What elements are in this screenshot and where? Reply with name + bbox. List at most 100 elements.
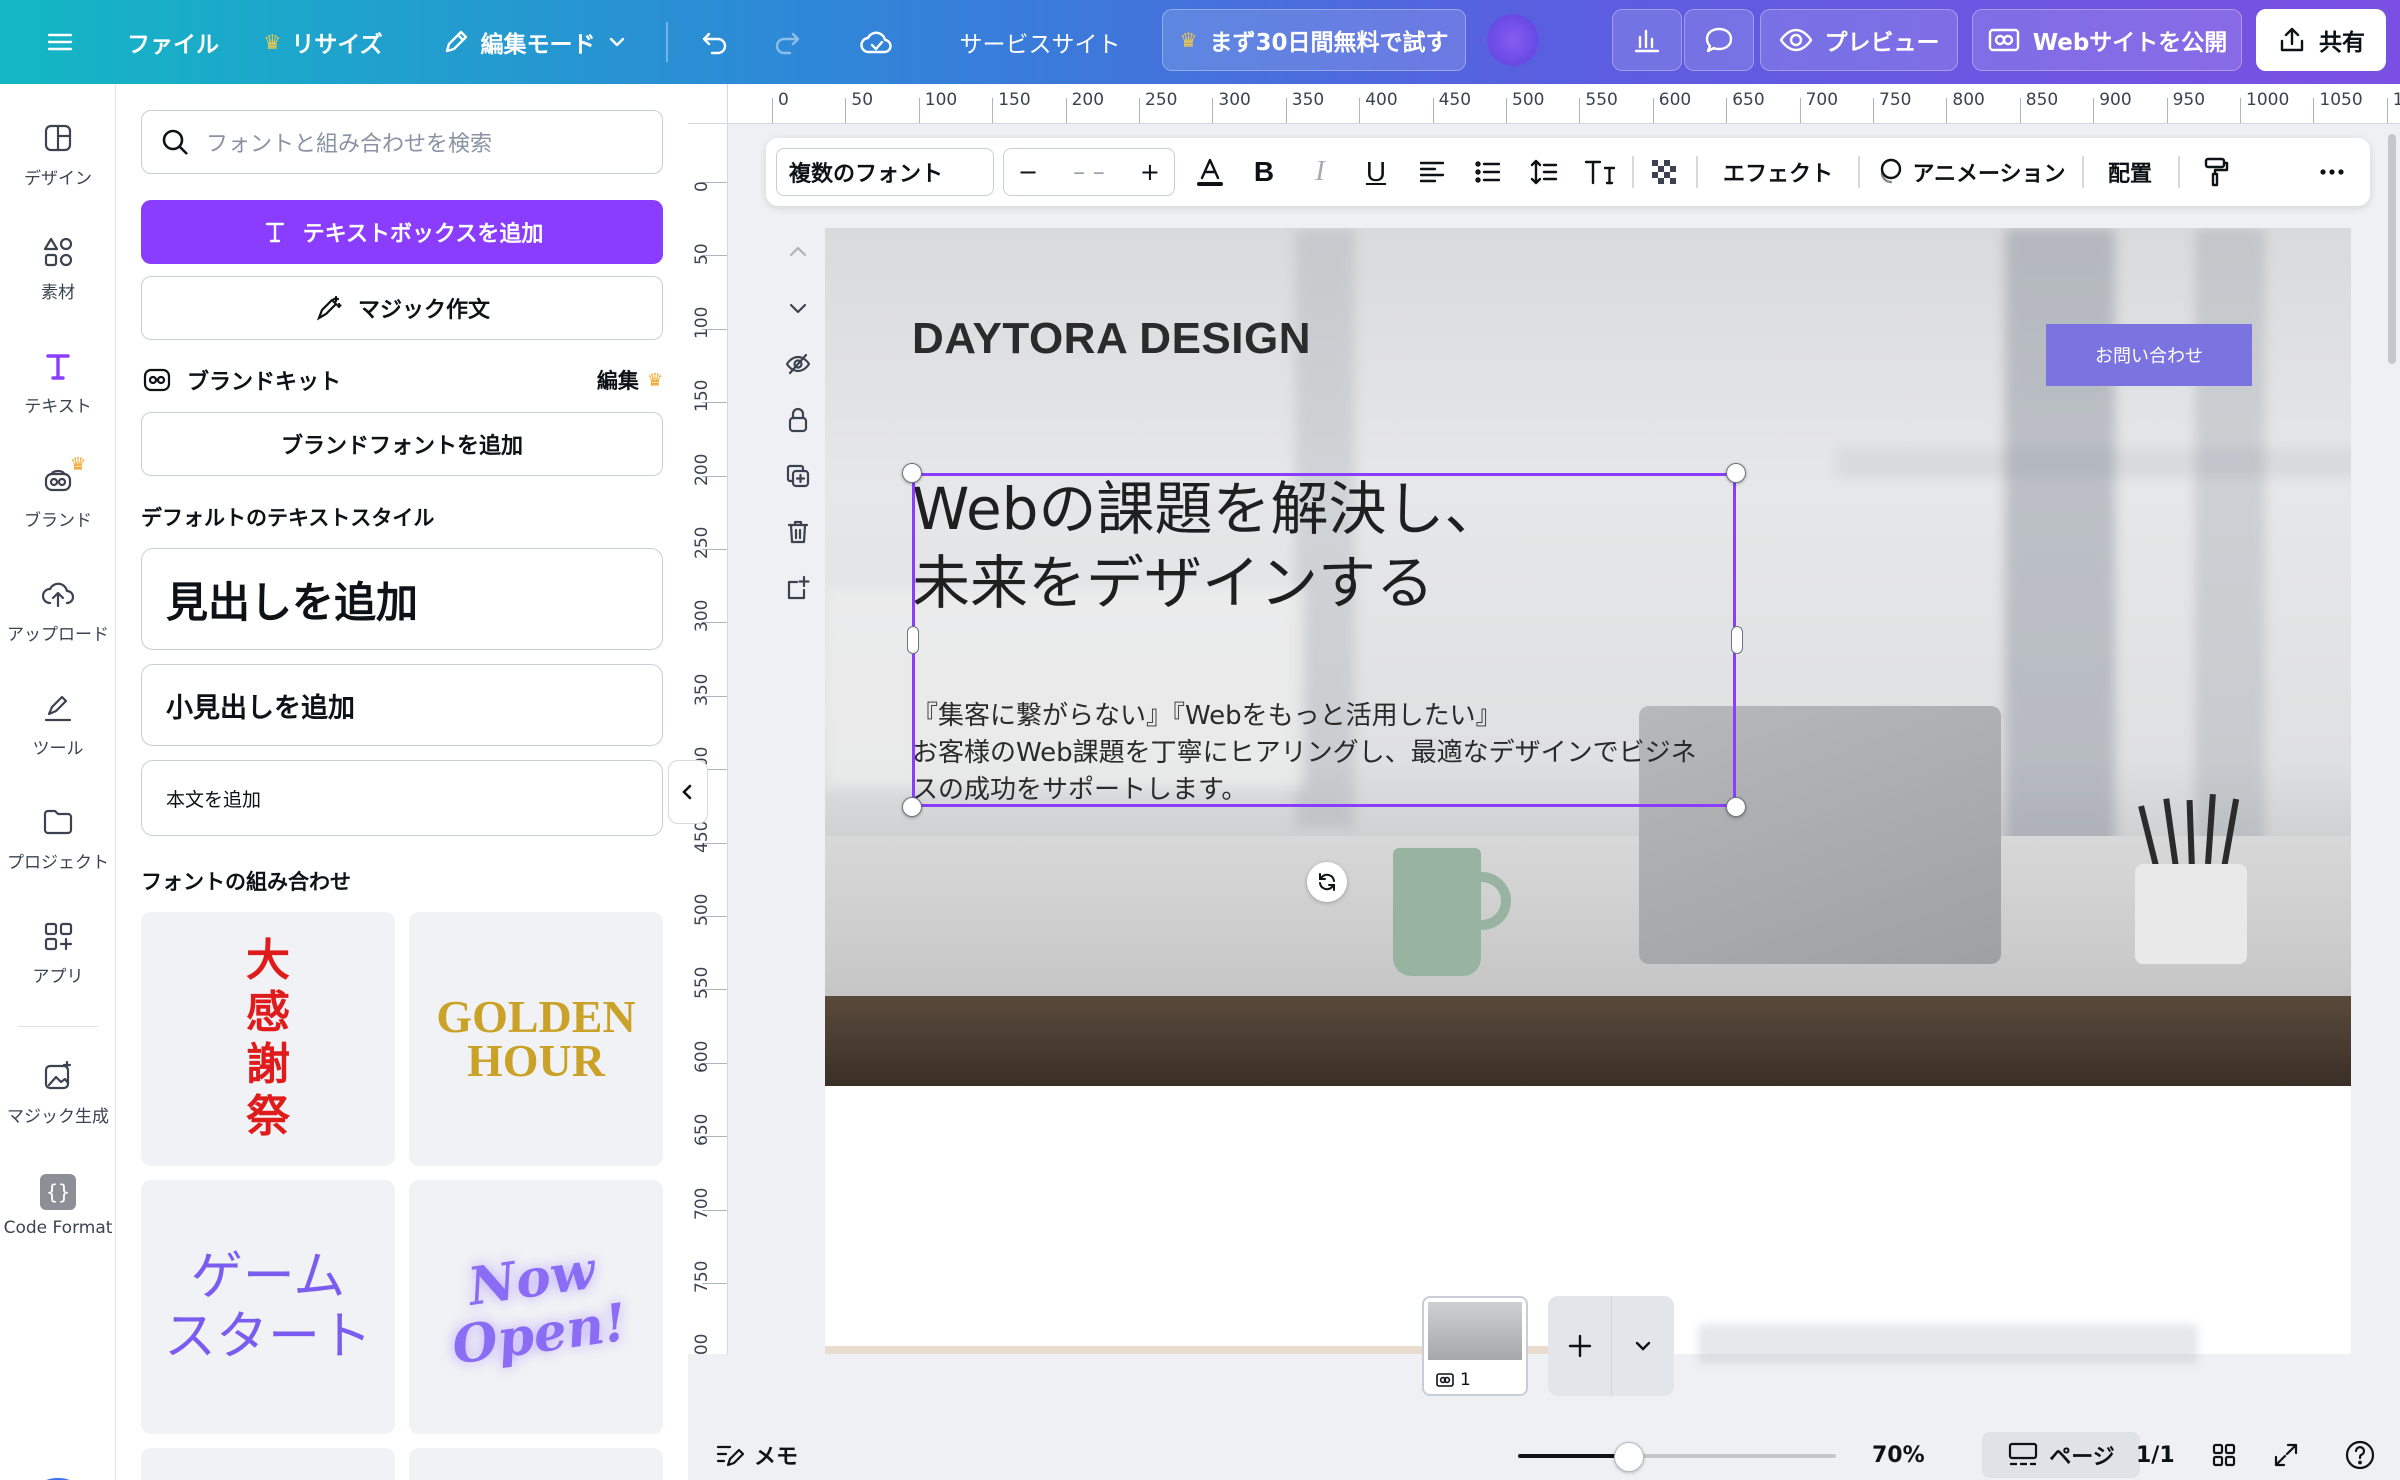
undo-button[interactable]	[690, 0, 740, 84]
add-page-options-button[interactable]	[1612, 1296, 1674, 1396]
font-size-decrease[interactable]: −	[1018, 158, 1038, 186]
help-button[interactable]	[2344, 1430, 2376, 1480]
font-combo-card[interactable]: GOLDEN HOUR	[409, 912, 663, 1166]
add-body-button[interactable]: 本文を追加	[141, 760, 663, 836]
ruler-label: 1100	[2393, 90, 2400, 110]
copy-style-button[interactable]	[2194, 138, 2238, 206]
list-button[interactable]	[1466, 138, 1510, 206]
transparency-button[interactable]	[1642, 138, 1686, 206]
font-size-increase[interactable]: +	[1140, 158, 1160, 186]
rail-item-upload[interactable]: アップロード	[0, 576, 116, 645]
add-page-button[interactable]	[1548, 1296, 1612, 1396]
contact-button[interactable]: お問い合わせ	[2046, 324, 2252, 386]
rotate-handle[interactable]	[1307, 862, 1347, 902]
resize-button[interactable]: ♛ リサイズ	[258, 0, 388, 84]
font-size-value[interactable]: – –	[1073, 158, 1105, 186]
move-page-down-button[interactable]	[780, 290, 816, 326]
add-page-icon	[787, 575, 810, 600]
position-button[interactable]: 配置	[2094, 138, 2166, 206]
add-page-side-button[interactable]	[780, 570, 816, 606]
collapse-panel-button[interactable]	[668, 760, 708, 824]
rail-item-draw[interactable]: ツール	[0, 690, 116, 759]
spacing-button[interactable]	[1522, 138, 1566, 206]
thumbnail-number: 1	[1432, 1370, 1475, 1390]
menu-button[interactable]	[30, 0, 90, 84]
rail-item-apps[interactable]: アプリ	[0, 918, 116, 987]
font-combo-card[interactable]	[141, 1448, 395, 1480]
site-title[interactable]: サービスサイト	[950, 0, 1130, 84]
save-status-button[interactable]	[852, 0, 902, 84]
font-combo-card[interactable]: Now Open!	[409, 1180, 663, 1434]
insights-button[interactable]	[1612, 9, 1682, 71]
align-button[interactable]	[1410, 138, 1454, 206]
site-brand-title[interactable]: DAYTORA DESIGN	[912, 314, 1311, 364]
text-color-button[interactable]	[1188, 138, 1232, 206]
publish-website-button[interactable]: Webサイトを公開	[1972, 9, 2242, 71]
resize-handle-right[interactable]	[1731, 626, 1743, 654]
pages-view-button[interactable]: ページ	[1982, 1432, 2140, 1478]
magic-write-button[interactable]: マジック作文	[141, 276, 663, 340]
undo-icon	[702, 32, 727, 55]
font-family-dropdown[interactable]: 複数のフォント	[776, 148, 994, 196]
elements-icon	[43, 237, 73, 267]
rail-item-elements[interactable]: 素材	[0, 234, 116, 303]
underline-button[interactable]: U	[1354, 138, 1398, 206]
ruler-label: 450	[692, 820, 712, 853]
comment-button[interactable]	[1684, 9, 1754, 71]
resize-handle-bottom-left[interactable]	[902, 797, 922, 817]
rail-item-magic-media[interactable]: マジック生成	[0, 1058, 116, 1127]
page-thumbnail[interactable]: 1	[1422, 1296, 1528, 1396]
duplicate-page-button[interactable]	[780, 458, 816, 494]
brand-kit-edit-link[interactable]: 編集 ♛	[597, 365, 663, 395]
hide-page-button[interactable]	[780, 346, 816, 382]
ruler-label: 750	[692, 1260, 712, 1293]
edit-mode-dropdown[interactable]: 編集モード	[432, 0, 636, 84]
resize-handle-top-left[interactable]	[902, 463, 922, 483]
italic-button[interactable]: I	[1298, 138, 1342, 206]
add-textbox-button[interactable]: テキストボックスを追加	[141, 200, 663, 264]
zoom-slider[interactable]	[1518, 1442, 1836, 1472]
add-brand-font-button[interactable]: ブランドフォントを追加	[141, 412, 663, 476]
selection-box[interactable]	[912, 473, 1736, 807]
text-resize-button[interactable]	[1578, 138, 1622, 206]
fullscreen-button[interactable]	[2272, 1430, 2300, 1480]
lock-page-button[interactable]	[780, 402, 816, 438]
font-size-stepper[interactable]: − – – +	[1003, 148, 1175, 196]
zoom-slider-knob[interactable]	[1614, 1442, 1645, 1472]
file-menu[interactable]: ファイル	[118, 0, 228, 84]
contact-label: お問い合わせ	[2095, 346, 2203, 367]
redo-button[interactable]	[762, 0, 812, 84]
rail-item-brand[interactable]: ♛ ブランド	[0, 454, 116, 531]
preview-button[interactable]: プレビュー	[1760, 9, 1958, 71]
more-options-button[interactable]	[2310, 138, 2354, 206]
resize-handle-top-right[interactable]	[1726, 463, 1746, 483]
rail-item-projects[interactable]: プロジェクト	[0, 804, 116, 873]
add-subheading-button[interactable]: 小見出しを追加	[141, 664, 663, 746]
rail-item-design[interactable]: デザイン	[0, 120, 116, 189]
vertical-scrollbar[interactable]	[2388, 134, 2396, 364]
ruler-label: 600	[692, 1040, 712, 1073]
resize-handle-bottom-right[interactable]	[1726, 797, 1746, 817]
animate-button[interactable]: アニメーション	[1870, 138, 2070, 206]
font-combo-card[interactable]	[409, 1448, 663, 1480]
resize-handle-left[interactable]	[907, 626, 919, 654]
rail-item-code-format[interactable]: {} Code Format	[0, 1174, 116, 1238]
font-combo-card[interactable]: 大 感 謝 祭	[141, 912, 395, 1166]
grid-view-button[interactable]	[2210, 1430, 2238, 1480]
trial-button[interactable]: ♛ まず30日間無料で試す	[1162, 9, 1466, 71]
font-combo-card[interactable]: ゲーム スタート	[141, 1180, 395, 1434]
delete-page-button[interactable]	[780, 514, 816, 550]
bold-button[interactable]: B	[1242, 138, 1286, 206]
effects-button[interactable]: エフェクト	[1710, 138, 1846, 206]
notes-button[interactable]: メモ	[714, 1430, 798, 1480]
hamburger-icon	[47, 33, 73, 51]
zoom-level-button[interactable]: 70%	[1872, 1430, 1925, 1480]
font-search-input[interactable]: フォントと組み合わせを検索	[141, 110, 663, 174]
eye-icon	[1779, 28, 1812, 52]
move-page-up-button[interactable]	[780, 234, 816, 270]
share-button[interactable]: 共有	[2256, 9, 2386, 71]
rail-item-text[interactable]: テキスト	[0, 348, 116, 417]
avatar[interactable]	[1487, 14, 1539, 66]
design-page[interactable]: DAYTORA DESIGN お問い合わせ Webの課題を解決し、 未来をデザイ…	[825, 228, 2351, 1354]
add-heading-button[interactable]: 見出しを追加	[141, 548, 663, 650]
